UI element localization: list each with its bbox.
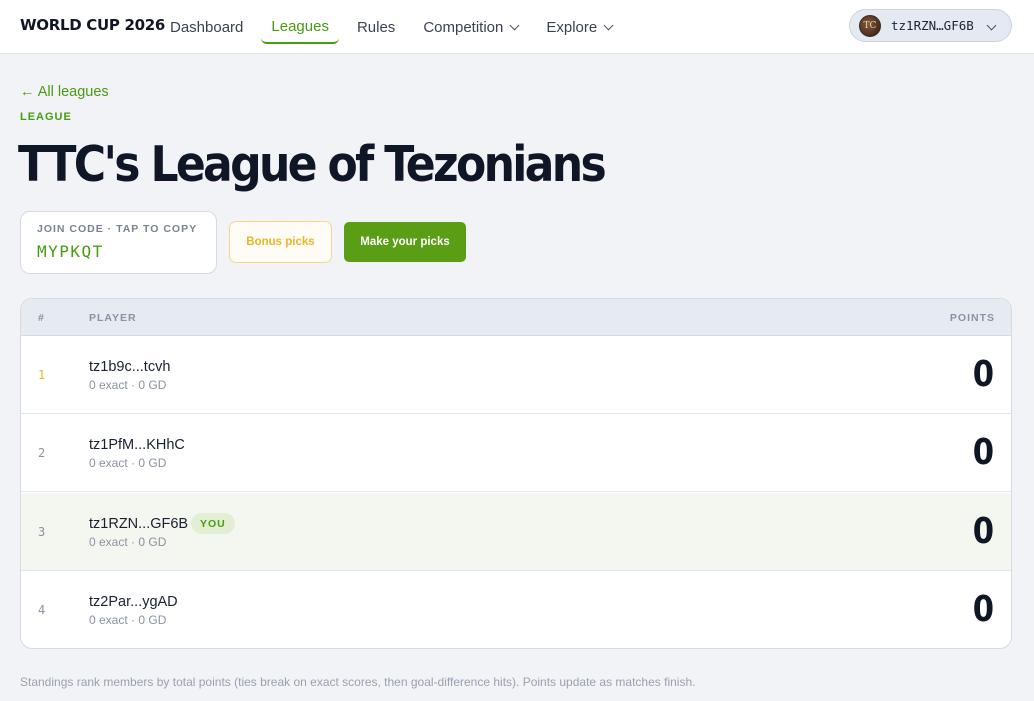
header-rank: # [38,312,45,324]
nav-leagues[interactable]: Leagues [261,10,339,44]
nav-explore[interactable]: Explore [536,10,622,44]
join-code-card[interactable]: JOIN CODE · TAP TO COPY MYPKQT [20,211,217,274]
player-points: 0 [972,589,994,630]
player-points: 0 [972,511,994,552]
player-stats: 0 exact · 0 GD [89,613,167,627]
row-rank: 3 [38,525,46,539]
page-eyebrow: LEAGUE [20,111,72,123]
avatar-monogram: TC [863,20,877,31]
brand-logo[interactable]: WORLD CUP 2026 [20,16,165,34]
player-name: tz1RZN...GF6B [89,516,189,532]
header-player: PLAYER [89,312,137,324]
player-name: tz1PfM...KHhC [89,437,185,453]
nav-rules-label: Rules [356,18,396,36]
page-title: TTC's League of Tezonians [18,136,607,193]
table-row-current-user[interactable]: 3 tz1RZN...GF6B YOU 0 exact · 0 GD 0 [21,493,1011,571]
row-rank: 1 [38,368,46,382]
join-code-label: JOIN CODE · TAP TO COPY [37,223,198,235]
player-name: tz1b9c...tcvh [89,359,171,375]
top-navbar: WORLD CUP 2026 Dashboard Leagues Rules C… [0,0,1034,54]
join-code-value: MYPKQT [37,242,104,261]
chevron-down-icon [603,20,614,30]
chevron-down-icon [986,20,997,31]
row-rank: 4 [38,603,46,617]
standings-footnote: Standings rank members by total points (… [20,675,696,689]
bonus-picks-button[interactable]: Bonus picks [229,221,332,263]
avatar: TC [859,14,881,37]
nav-dashboard-label: Dashboard [170,18,244,36]
player-stats: 0 exact · 0 GD [89,535,167,549]
nav-explore-label: Explore [546,18,598,36]
table-row[interactable]: 4 tz2Par...ygAD 0 exact · 0 GD 0 [21,571,1011,648]
player-stats: 0 exact · 0 GD [89,378,167,392]
wallet-address: tz1RZN…GF6B [891,18,974,33]
back-to-leagues-link[interactable]: ← All leagues [20,84,109,100]
wallet-menu-button[interactable]: TC tz1RZN…GF6B [849,9,1012,42]
chevron-down-icon [509,20,520,30]
nav-leagues-label: Leagues [271,17,329,35]
header-points: POINTS [949,312,995,324]
make-picks-button[interactable]: Make your picks [344,222,466,262]
table-row[interactable]: 2 tz1PfM...KHhC 0 exact · 0 GD 0 [21,414,1011,492]
player-name: tz2Par...ygAD [89,594,178,610]
standings-table: # PLAYER POINTS 1 tz1b9c...tcvh 0 exact … [20,298,1012,649]
nav-rules[interactable]: Rules [347,10,405,44]
nav-dashboard[interactable]: Dashboard [160,10,253,44]
player-points: 0 [972,354,994,395]
nav-competition[interactable]: Competition [413,10,528,44]
player-stats: 0 exact · 0 GD [89,456,167,470]
player-points: 0 [972,432,994,473]
table-header: # PLAYER POINTS [21,299,1011,336]
you-badge: YOU [191,513,235,534]
main-nav: Dashboard Leagues Rules Competition Expl… [160,0,630,54]
nav-competition-label: Competition [423,18,504,36]
table-row[interactable]: 1 tz1b9c...tcvh 0 exact · 0 GD 0 [21,336,1011,414]
row-rank: 2 [38,446,46,460]
